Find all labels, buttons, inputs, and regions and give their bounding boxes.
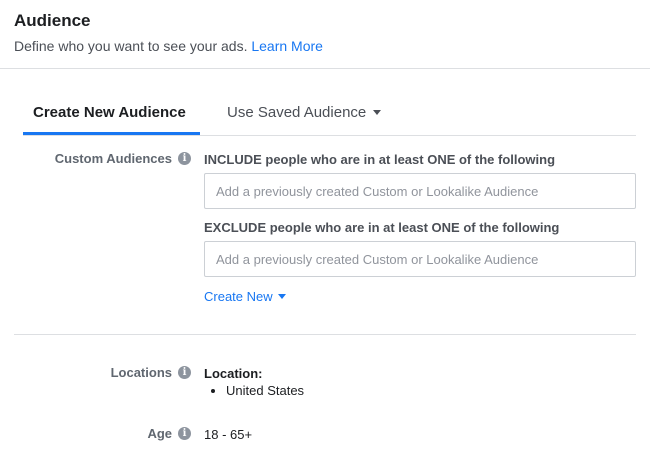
row-label-text: Age <box>147 426 172 441</box>
age-value: 18 - 65+ <box>204 427 253 442</box>
location-item: United States <box>226 383 304 398</box>
tab-label: Use Saved Audience <box>227 104 367 121</box>
exclude-heading: EXCLUDE people who are in at least ONE o… <box>204 220 560 235</box>
section-divider <box>14 334 636 335</box>
caret-down-icon <box>277 294 286 300</box>
location-list: United States <box>204 383 304 398</box>
include-heading: INCLUDE people who are in at least ONE o… <box>204 152 556 167</box>
row-label-text: Custom Audiences <box>54 151 172 166</box>
row-label-text: Locations <box>110 365 172 380</box>
tab-label: Create New Audience <box>33 104 186 121</box>
locations-label: Locations i <box>111 365 191 380</box>
custom-audiences-label: Custom Audiences i <box>55 151 191 166</box>
page-title: Audience <box>14 11 91 30</box>
create-new-label: Create New <box>204 289 273 304</box>
info-icon[interactable]: i <box>178 427 191 440</box>
caret-down-icon <box>373 109 382 115</box>
include-audience-input[interactable] <box>204 173 636 209</box>
create-new-dropdown[interactable]: Create New <box>204 289 286 304</box>
audience-header: Audience Define who you want to see your… <box>0 0 650 69</box>
info-icon[interactable]: i <box>178 366 191 379</box>
location-heading: Location: <box>204 366 263 381</box>
exclude-audience-input[interactable] <box>204 241 636 277</box>
learn-more-link[interactable]: Learn More <box>251 38 323 54</box>
location-summary: Location: United States <box>204 366 304 398</box>
info-icon[interactable]: i <box>178 152 191 165</box>
page-subtitle: Define who you want to see your ads. Lea… <box>14 38 323 54</box>
audience-tabs: Create New Audience Use Saved Audience <box>23 96 636 136</box>
subtitle-text: Define who you want to see your ads. <box>14 38 248 54</box>
tab-create-new-audience[interactable]: Create New Audience <box>23 96 200 135</box>
tab-use-saved-audience[interactable]: Use Saved Audience <box>227 96 382 135</box>
age-label: Age i <box>147 426 191 441</box>
